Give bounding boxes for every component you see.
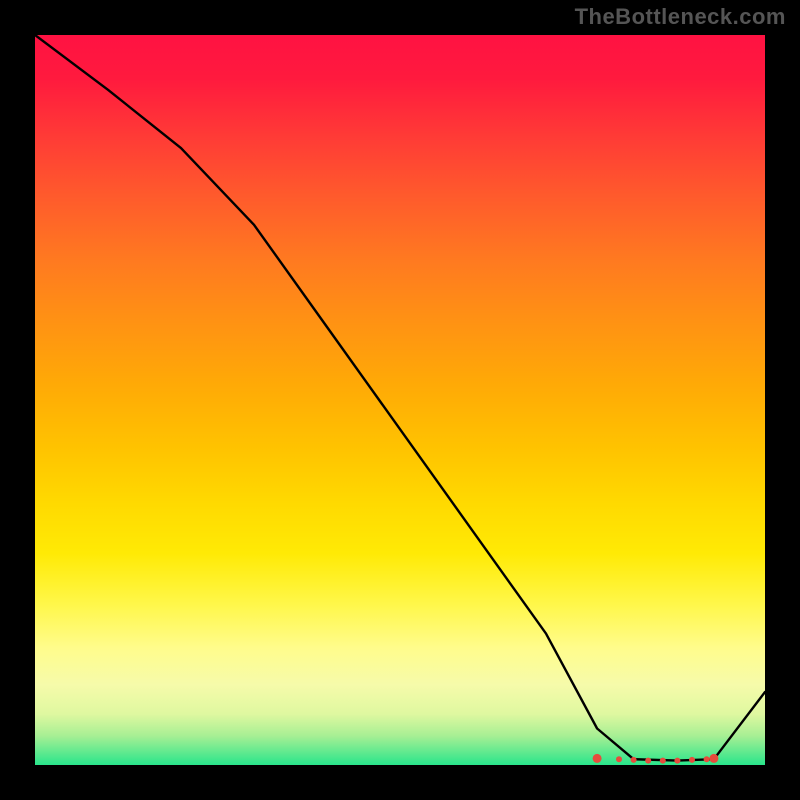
marker-dot: [689, 757, 695, 763]
marker-dot: [660, 758, 666, 764]
bottleneck-curve: [35, 35, 765, 761]
marker-dot: [645, 758, 651, 764]
chart-frame: TheBottleneck.com: [0, 0, 800, 800]
marker-dot: [674, 758, 680, 764]
chart-svg: [35, 35, 765, 765]
marker-dot: [709, 754, 718, 763]
plot-area: [35, 35, 765, 765]
marker-dot: [631, 757, 637, 763]
marker-dot: [704, 756, 710, 762]
marker-dot: [616, 756, 622, 762]
marker-dot: [593, 754, 602, 763]
watermark-text: TheBottleneck.com: [575, 4, 786, 30]
